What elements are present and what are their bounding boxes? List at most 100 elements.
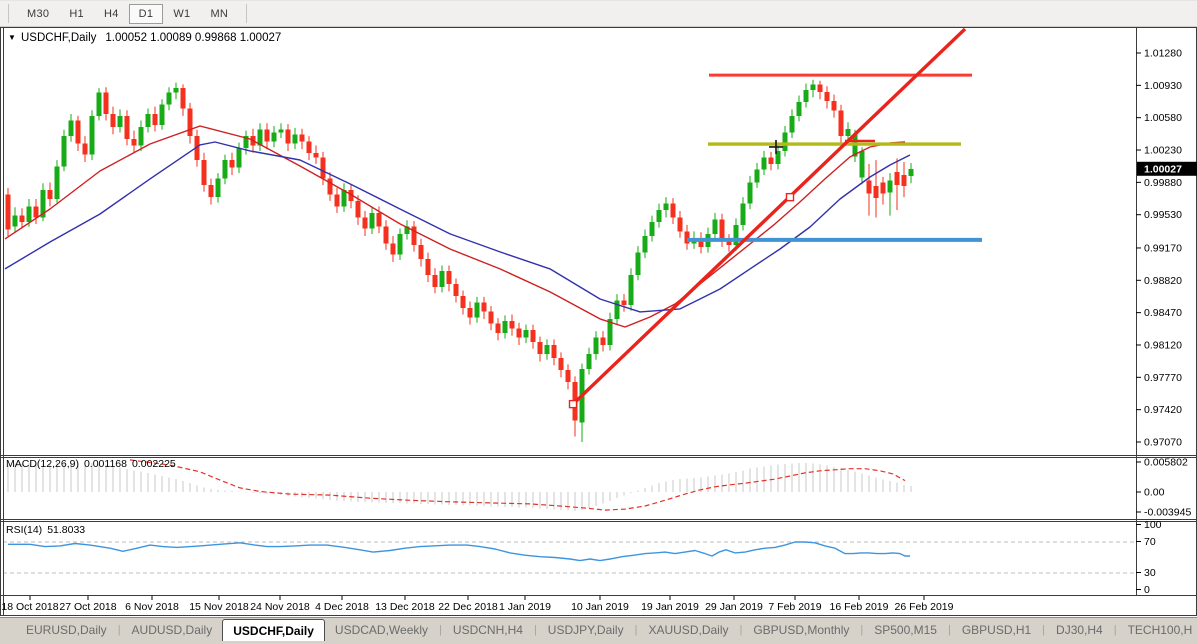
candle-body [671,204,676,218]
candle-body [300,134,305,141]
candle-body [230,160,235,167]
candle-body [818,84,823,91]
symbol-tabbar: EURUSD,Daily|AUDUSD,DailyUSDCHF,DailyUSD… [0,617,1197,641]
date-tick-label: 24 Nov 2018 [250,601,310,613]
candle-body [720,219,725,240]
trendline-anchor[interactable] [570,401,577,408]
macd-value-1: 0.001168 [84,458,127,470]
rsi-label: RSI(14) [6,524,42,536]
macd-axis: 0.0058020.00-0.003945 [1136,457,1191,519]
rsi-value: 51.8033 [47,524,85,536]
timeframe-button-mn[interactable]: MN [200,4,238,24]
candle-body [111,114,116,127]
candle-body [419,245,424,259]
candle-body [664,204,669,210]
tab-dj30-h4[interactable]: DJ30,H4 [1046,618,1113,641]
candle-body [181,88,186,108]
candle-body [489,312,494,324]
date-tick-label: 10 Jan 2019 [571,601,629,613]
rsi-axis-label: 100 [1144,519,1162,531]
tab-tech100-h[interactable]: TECH100,H [1118,618,1197,641]
date-tick-label: 6 Nov 2018 [125,601,179,613]
tab-usdchf-daily[interactable]: USDCHF,Daily [222,619,325,641]
tab-gbpusd-h1[interactable]: GBPUSD,H1 [952,618,1041,641]
candle-body [76,120,81,143]
candle-body [909,169,914,176]
tab-eurusd-daily[interactable]: EURUSD,Daily [16,618,117,641]
candle-body [447,271,452,284]
trendline[interactable] [573,29,965,404]
tab-xauusd-daily[interactable]: XAUUSD,Daily [638,618,738,641]
candle-body [482,302,487,311]
candle-body [846,129,851,136]
timeframe-button-d1[interactable]: D1 [129,4,164,24]
rsi-line [8,542,910,561]
candle-body [384,227,389,244]
candle-body [391,243,396,254]
candle-body [97,93,102,116]
candle-body [454,284,459,296]
candle-body [132,139,137,145]
panel-frame [0,27,1197,616]
price-tick-label: 0.97420 [1144,404,1182,416]
date-tick-label: 18 Oct 2018 [1,601,58,613]
trendline-anchor[interactable] [787,194,794,201]
timeframe-button-w1[interactable]: W1 [163,4,200,24]
price-tick-label: 0.99530 [1144,209,1182,221]
candle-body [734,225,739,245]
candle-body [811,84,816,90]
candle-body [587,354,592,369]
rsi-axis-label: 30 [1144,567,1156,579]
chart-objects [570,29,983,408]
candle-body [713,219,718,234]
symbol-title: USDCHF,Daily [21,32,97,44]
candle-body [622,301,627,306]
price-tick-label: 0.99880 [1144,177,1182,189]
candlestick-series [6,80,914,442]
candle-body [104,93,109,114]
candle-body [783,132,788,150]
candle-body [223,160,228,178]
timeframe-button-m30[interactable]: M30 [17,4,59,24]
candle-body [755,169,760,182]
macd-signal-line [130,460,905,510]
candle-body [20,216,25,222]
candle-body [202,160,207,185]
candle-body [314,153,319,158]
date-tick-label: 26 Feb 2019 [895,601,954,613]
macd-axis-label: 0.00 [1144,487,1165,499]
tab-usdjpy-daily[interactable]: USDJPY,Daily [538,618,634,641]
candle-body [209,185,214,197]
tab-gbpusd-monthly[interactable]: GBPUSD,Monthly [743,618,859,641]
candle-body [678,217,683,231]
candle-body [552,345,557,358]
price-tick-label: 1.00580 [1144,112,1182,124]
tab-usdcad-weekly[interactable]: USDCAD,Weekly [325,618,438,641]
timeframe-button-h4[interactable]: H4 [94,4,129,24]
date-tick-label: 4 Dec 2018 [315,601,369,613]
candle-body [118,116,123,127]
date-tick-label: 27 Oct 2018 [59,601,116,613]
candle-body [216,179,221,197]
candle-body [496,324,501,333]
price-axis[interactable]: 1.012801.009301.005801.002300.998800.995… [1136,48,1197,449]
tab-sp500-m15[interactable]: SP500,M15 [864,618,947,641]
symbol-dropdown-icon[interactable]: ▼ [8,33,16,42]
candle-body [237,148,242,167]
chart-canvas[interactable]: 1.012801.009301.005801.002300.998800.995… [0,27,1197,617]
candle-body [272,132,277,141]
tab-usdcnh-h4[interactable]: USDCNH,H4 [443,618,533,641]
date-tick-label: 1 Jan 2019 [499,601,551,613]
candle-body [174,88,179,93]
tab-audusd-daily[interactable]: AUDUSD,Daily [122,618,223,641]
date-tick-label: 13 Dec 2018 [375,601,435,613]
candle-body [524,330,529,337]
date-axis[interactable]: 18 Oct 201827 Oct 20186 Nov 201815 Nov 2… [1,596,953,613]
candle-body [48,190,53,199]
timeframe-button-h1[interactable]: H1 [59,4,94,24]
candle-body [503,321,508,333]
candle-body [377,213,382,227]
candle-body [153,114,158,125]
candle-body [167,93,172,105]
candle-body [321,157,326,178]
